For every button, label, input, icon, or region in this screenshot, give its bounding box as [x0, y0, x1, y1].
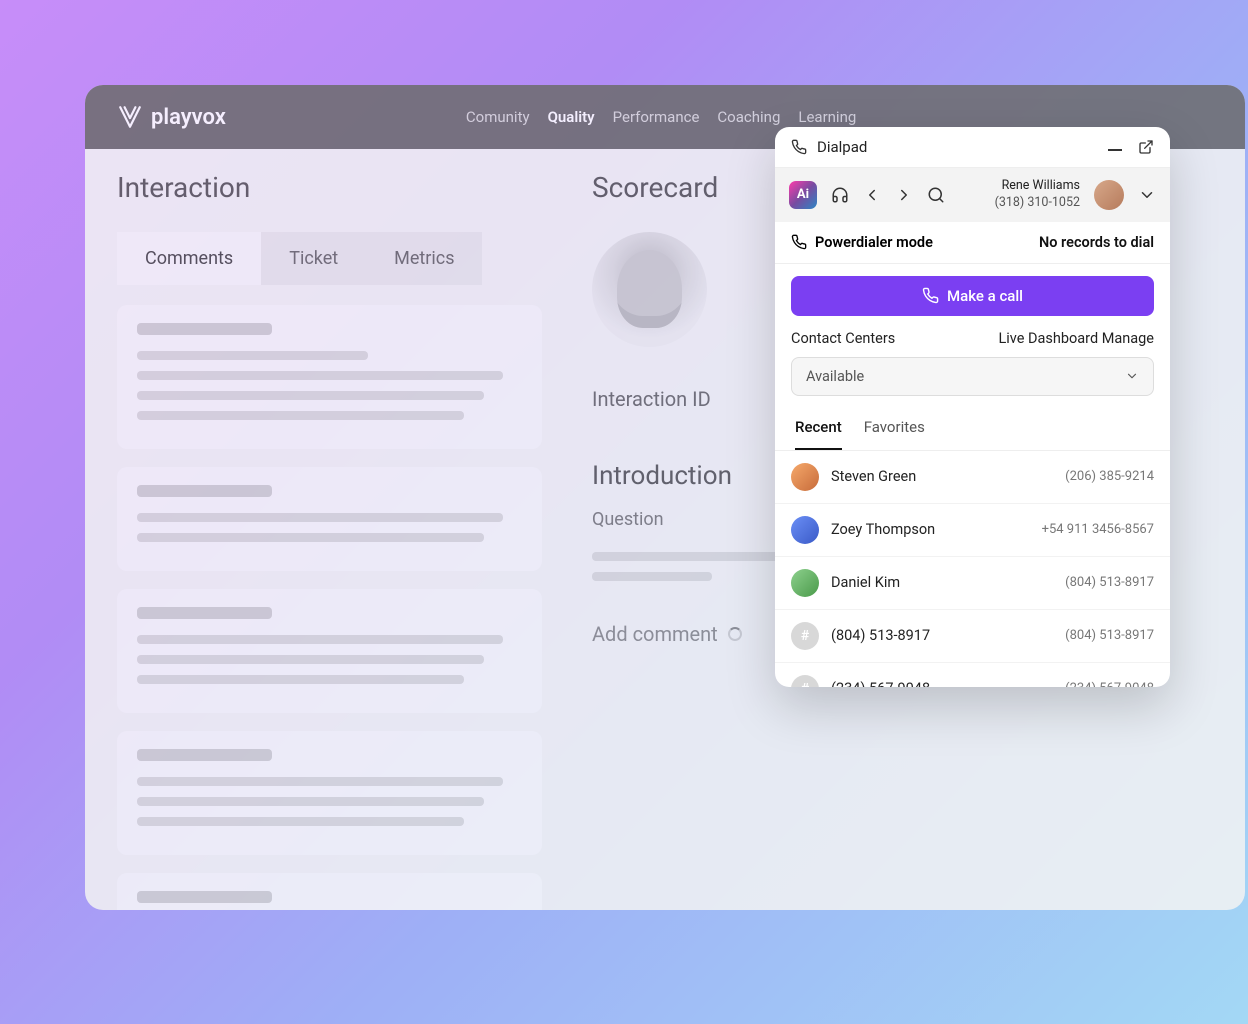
playvox-logo-icon — [117, 104, 143, 130]
availability-select[interactable]: Available — [791, 357, 1154, 396]
contact-name: Steven Green — [831, 468, 916, 485]
headphones-icon[interactable] — [831, 186, 849, 204]
user-avatar[interactable] — [1094, 180, 1124, 210]
contact-name: (234) 567-9048 — [831, 680, 930, 687]
contact-centers-row: Contact Centers Live Dashboard Manage — [775, 326, 1170, 357]
playvox-brand-text: playvox — [151, 105, 226, 130]
make-a-call-label: Make a call — [947, 287, 1023, 305]
user-menu-chevron[interactable] — [1138, 186, 1156, 204]
nav-learning[interactable]: Learning — [798, 108, 856, 126]
interaction-column: Interaction Comments Ticket Metrics — [117, 167, 542, 910]
interaction-tabs: Comments Ticket Metrics — [117, 232, 542, 285]
tab-favorites[interactable]: Favorites — [864, 418, 925, 450]
dialpad-title: Dialpad — [817, 138, 1098, 156]
nav-community[interactable]: Comunity — [466, 108, 530, 126]
make-a-call-button[interactable]: Make a call — [791, 276, 1154, 316]
contact-avatar — [791, 569, 819, 597]
tab-recent[interactable]: Recent — [795, 418, 842, 450]
contact-row[interactable]: Zoey Thompson +54 911 3456-8567 — [775, 504, 1170, 557]
comment-skeleton — [117, 467, 542, 571]
contact-row[interactable]: # (234) 567-9048 (234) 567-9048 — [775, 663, 1170, 687]
nav-performance[interactable]: Performance — [613, 108, 700, 126]
phone-icon — [922, 287, 939, 304]
tab-ticket[interactable]: Ticket — [261, 232, 366, 285]
contact-name: Zoey Thompson — [831, 521, 935, 538]
contact-row[interactable]: # (804) 513-8917 (804) 513-8917 — [775, 610, 1170, 663]
contact-number: (804) 513-8917 — [1065, 628, 1154, 643]
interaction-title: Interaction — [117, 171, 542, 204]
contact-centers-label: Contact Centers — [791, 330, 895, 347]
nav-forward-button[interactable] — [895, 186, 913, 204]
user-name: Rene Williams — [995, 178, 1080, 195]
agent-avatar — [592, 232, 707, 347]
dialpad-titlebar: Dialpad — [775, 127, 1170, 168]
powerdialer-status: No records to dial — [1039, 234, 1154, 251]
spinner-icon — [728, 627, 742, 641]
dialpad-tabs: Recent Favorites — [775, 410, 1170, 451]
contact-avatar — [791, 516, 819, 544]
nav-coaching[interactable]: Coaching — [717, 108, 780, 126]
contact-avatar — [791, 463, 819, 491]
availability-value: Available — [806, 368, 864, 385]
external-link-button[interactable] — [1138, 139, 1154, 155]
search-button[interactable] — [927, 186, 945, 204]
minimize-button[interactable] — [1108, 143, 1128, 151]
comment-skeleton — [117, 305, 542, 449]
contacts-list: Steven Green (206) 385-9214 Zoey Thompson +… — [775, 451, 1170, 687]
contact-number: (206) 385-9214 — [1065, 469, 1154, 484]
chevron-down-icon — [1125, 369, 1139, 383]
tab-comments[interactable]: Comments — [117, 232, 261, 285]
user-number: (318) 310-1052 — [995, 195, 1080, 212]
dialpad-logo-icon[interactable]: Ai — [789, 181, 817, 209]
powerdialer-bar: Powerdialer mode No records to dial — [775, 222, 1170, 264]
contact-name: (804) 513-8917 — [831, 627, 930, 644]
contact-name: Daniel Kim — [831, 574, 900, 591]
powerdialer-label: Powerdialer mode — [815, 234, 933, 251]
contact-number: (804) 513-8917 — [1065, 575, 1154, 590]
phone-icon — [791, 139, 807, 155]
live-dashboard-link[interactable]: Live Dashboard Manage — [998, 330, 1154, 347]
playvox-logo: playvox — [117, 104, 226, 130]
contact-row[interactable]: Daniel Kim (804) 513-8917 — [775, 557, 1170, 610]
comment-skeleton — [117, 589, 542, 713]
contact-row[interactable]: Steven Green (206) 385-9214 — [775, 451, 1170, 504]
nav-back-button[interactable] — [863, 186, 881, 204]
contact-number: +54 911 3456-8567 — [1042, 522, 1154, 537]
add-comment-label: Add comment — [592, 622, 718, 646]
dialpad-toolbar: Ai Rene Williams (318) 310-1052 — [775, 168, 1170, 222]
dialpad-widget: Dialpad Ai Rene Williams (318) 310-1052 — [775, 127, 1170, 687]
hash-icon: # — [791, 675, 819, 687]
comment-skeleton — [117, 731, 542, 855]
nav-quality[interactable]: Quality — [548, 108, 595, 126]
comment-skeleton — [117, 873, 542, 910]
dialpad-user-info: Rene Williams (318) 310-1052 — [995, 178, 1080, 212]
playvox-nav: Comunity Quality Performance Coaching Le… — [466, 108, 856, 126]
tab-metrics[interactable]: Metrics — [366, 232, 482, 285]
contact-number: (234) 567-9048 — [1065, 681, 1154, 687]
phone-icon — [791, 234, 807, 250]
hash-icon: # — [791, 622, 819, 650]
